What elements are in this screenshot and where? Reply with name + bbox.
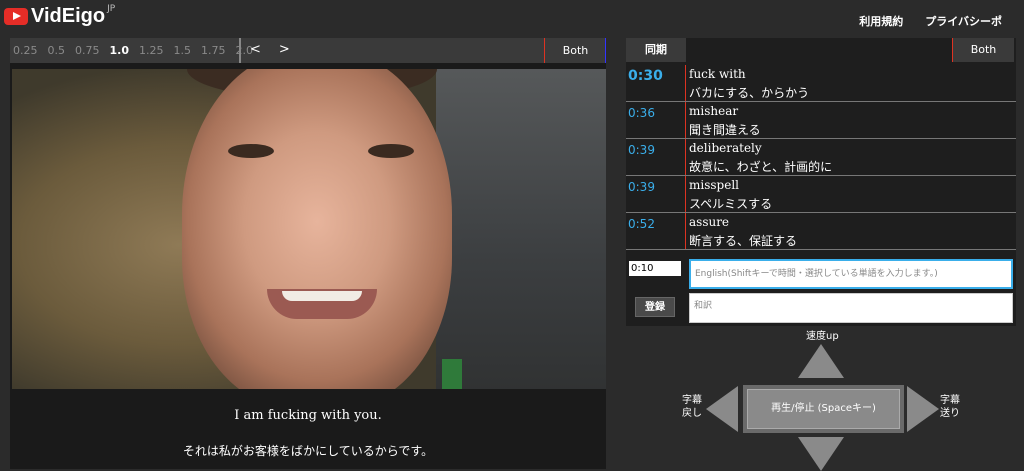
video-teeth [282,291,362,301]
player-panel: 0.25 0.5 0.75 1.0 1.25 1.5 1.75 2.0 < > … [10,38,606,469]
speed-option[interactable]: 1.75 [201,44,226,57]
play-pause-button[interactable]: 再生/停止 (Spaceキー) [743,385,904,433]
word-japanese: 断言する、保証する [689,234,798,248]
word-english: assure [689,215,730,229]
next-subtitle-arrow-icon[interactable] [907,386,939,432]
word-japanese: スペルミスする [689,197,773,211]
prev-subtitle-label-1: 字幕 [682,395,702,406]
video-background-right [436,69,606,389]
subtitle-english: I am fucking with you. [234,408,382,423]
wordlist-panel: 同期 Both 0:30 fuck with バカにする、からかう 0:36 m… [626,38,1016,326]
word-time[interactable]: 0:39 [628,180,655,194]
speed-divider [239,38,241,63]
logo[interactable]: VidEigo JP [4,4,116,28]
word-time[interactable]: 0:30 [628,68,663,84]
speed-up-arrow-icon[interactable] [798,344,844,378]
register-button[interactable]: 登録 [635,297,675,317]
word-divider [685,176,686,212]
word-english: deliberately [689,141,762,155]
word-row[interactable]: 0:36 mishear 聞き間違える [626,102,1016,139]
speed-down-arrow-icon[interactable] [798,437,844,471]
speed-option[interactable]: 1.25 [139,44,164,57]
word-divider [685,65,686,101]
logo-text: VidEigo [31,5,106,27]
logo-suffix: JP [107,4,116,14]
word-japanese: 故意に、わざと、計画的に [689,160,833,174]
next-button[interactable]: > [279,42,290,57]
wordlist-mode-button[interactable]: Both [952,38,1014,62]
prev-subtitle-label-2: 戻し [682,408,702,419]
word-list: 0:30 fuck with バカにする、からかう 0:36 mishear 聞… [626,65,1016,250]
word-english: misspell [689,178,739,192]
word-row[interactable]: 0:52 assure 断言する、保証する [626,213,1016,250]
video-eye-right [368,144,414,158]
wordlist-header: 同期 Both [626,38,1016,64]
prev-button[interactable]: < [250,42,261,57]
word-divider [685,213,686,249]
word-row[interactable]: 0:39 deliberately 故意に、わざと、計画的に [626,139,1016,176]
speed-up-label: 速度up [806,331,839,342]
word-row[interactable]: 0:30 fuck with バカにする、からかう [626,65,1016,102]
speed-option[interactable]: 1.5 [174,44,192,57]
speed-options: 0.25 0.5 0.75 1.0 1.25 1.5 1.75 2.0 [13,44,263,57]
video-face [182,69,452,389]
top-bar: VidEigo JP 利用規約 プライバシーポ [0,0,1024,38]
nav-privacy-link[interactable]: プライバシーポ [925,13,1002,29]
word-time[interactable]: 0:52 [628,217,655,231]
english-input[interactable]: English(Shiftキーで時間・選択している単語を入力します。) [689,259,1013,289]
play-logo-icon [4,8,28,25]
video-frame[interactable] [12,69,606,389]
nav-terms-link[interactable]: 利用規約 [859,13,903,29]
word-japanese: 聞き間違える [689,123,761,137]
video-eye-left [228,144,274,158]
word-divider [685,102,686,138]
subtitle-japanese: それは私がお客様をばかにしているからです。 [182,444,434,458]
speed-option-active[interactable]: 1.0 [110,44,130,57]
seek-arrows: < > [250,42,308,57]
word-time[interactable]: 0:36 [628,106,655,120]
speed-option[interactable]: 0.75 [75,44,100,57]
word-entry-form: 0:10 English(Shiftキーで時間・選択している単語を入力します。)… [626,254,1016,326]
time-input[interactable]: 0:10 [629,261,681,276]
japanese-input[interactable]: 和訳 [689,293,1013,323]
word-japanese: バカにする、からかう [689,86,810,100]
video-shirt [442,359,462,389]
speed-bar: 0.25 0.5 0.75 1.0 1.25 1.5 1.75 2.0 < > … [10,38,606,63]
word-english: fuck with [689,67,746,81]
word-row[interactable]: 0:39 misspell スペルミスする [626,176,1016,213]
speed-option[interactable]: 0.25 [13,44,38,57]
next-subtitle-label-2: 送り [940,408,960,419]
header-nav: 利用規約 プライバシーポ [859,13,1024,29]
word-english: mishear [689,104,739,118]
speed-option[interactable]: 0.5 [48,44,66,57]
subtitle-area: I am fucking with you. それは私がお客様をばかにしているか… [10,396,606,469]
next-subtitle-label-1: 字幕 [940,395,960,406]
word-time[interactable]: 0:39 [628,143,655,157]
word-divider [685,139,686,175]
prev-subtitle-arrow-icon[interactable] [706,386,738,432]
subtitle-mode-button[interactable]: Both [544,38,606,63]
control-pad: 速度up 字幕 戻し 再生/停止 (Spaceキー) 字幕 送り [626,326,1024,471]
sync-button[interactable]: 同期 [626,38,686,62]
